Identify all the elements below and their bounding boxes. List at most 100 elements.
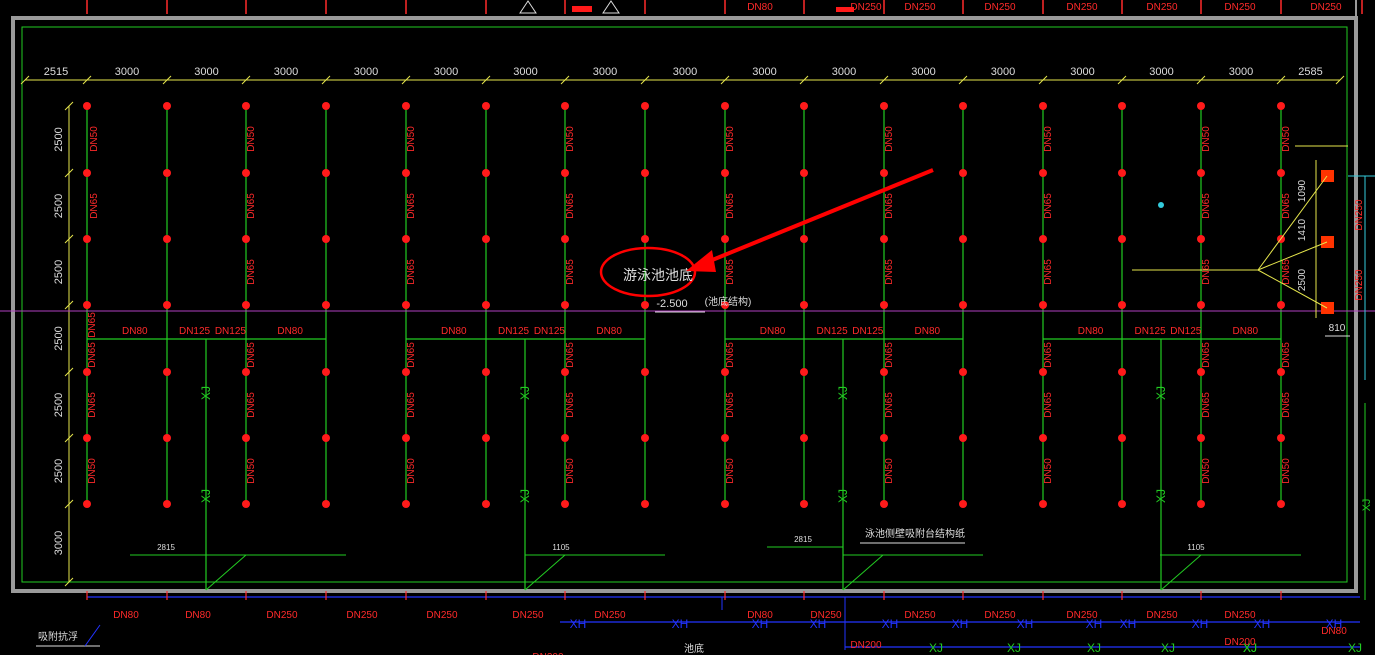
branch-pipe-label: DN50 [406, 126, 417, 152]
main-pipe-label: DN125 [852, 326, 884, 337]
sprinkler-head [482, 235, 490, 243]
branch-pipe-label: DN65 [1281, 392, 1292, 418]
sprinkler-head [482, 368, 490, 376]
left-dimension-text: 3000 [53, 531, 65, 555]
branch-pipe-label: DN65 [884, 392, 895, 418]
sprinkler-head [83, 301, 91, 309]
top-pipe-label: DN250 [850, 2, 882, 13]
sprinkler-head [1118, 169, 1126, 177]
sprinkler-head [1197, 500, 1205, 508]
sprinkler-head [1277, 169, 1285, 177]
sprinkler-head [242, 102, 250, 110]
top-pipe-label: DN250 [1146, 2, 1178, 13]
branch-pipe-label: DN50 [1043, 458, 1054, 484]
xh-label: XH [810, 617, 827, 631]
main-pipe-label: DN125 [179, 326, 211, 337]
sprinkler-head [242, 235, 250, 243]
left-dimension-text: 2500 [53, 260, 65, 284]
xh-label: XH [1120, 617, 1137, 631]
branch-pipe-label: DN65 [565, 392, 576, 418]
bottom-pipe-label: DN80 [185, 610, 211, 621]
right-pipe-label: DN250 [1354, 199, 1365, 231]
cyan-marker [1158, 202, 1164, 208]
sprinkler-head [800, 169, 808, 177]
sprinkler-head [1197, 235, 1205, 243]
elevation-note: (池底结构) [705, 295, 752, 308]
sprinkler-head [880, 434, 888, 442]
sprinkler-head [83, 368, 91, 376]
right-riser-label: XJ [1361, 499, 1373, 512]
sprinkler-head [1118, 102, 1126, 110]
bottom-center-note: 池底 [684, 642, 704, 655]
riser-label: XJ [199, 386, 213, 400]
sprinkler-head [561, 102, 569, 110]
sprinkler-head [800, 368, 808, 376]
top-dimension-text: 3000 [354, 66, 378, 78]
xh-label: XH [952, 617, 969, 631]
right-pipe-label: DN250 [1354, 269, 1365, 301]
sprinkler-head [322, 500, 330, 508]
sprinkler-head [322, 301, 330, 309]
branch-pipe-label: DN50 [725, 458, 736, 484]
sprinkler-head [1277, 102, 1285, 110]
xh-label: XH [1086, 617, 1103, 631]
sprinkler-head [322, 235, 330, 243]
branch-pipe-label: DN65 [565, 342, 576, 368]
bottom-pipe-label: DN250 [904, 610, 936, 621]
branch-pipe-label: DN50 [1201, 126, 1212, 152]
right-dimension-text: 1410 [1297, 218, 1308, 241]
right-dimension-text: 810 [1329, 323, 1346, 334]
main-pipe-label: DN125 [1170, 326, 1202, 337]
sprinkler-head [482, 434, 490, 442]
branch-pipe-label: DN65 [1201, 342, 1212, 368]
main-pipe-label: DN125 [534, 326, 566, 337]
bottom-left-note: 吸附抗浮 [38, 630, 78, 643]
branch-pipe-label: DN65 [406, 392, 417, 418]
sprinkler-head [242, 434, 250, 442]
xh-label: XH [752, 617, 769, 631]
riser-label: XJ [199, 489, 213, 503]
sprinkler-head [83, 235, 91, 243]
branch-pipe-label: DN65 [89, 193, 100, 219]
sprinkler-head [1039, 500, 1047, 508]
sprinkler-head [83, 434, 91, 442]
xj-bottom-label: XJ [929, 641, 943, 655]
top-dimension-text: 3000 [434, 66, 458, 78]
cad-drawing-canvas[interactable]: DN80 DN250 DN250 DN250 DN250 DN250 DN250 DN250 … [0, 0, 1375, 655]
sprinkler-head [561, 169, 569, 177]
branch-pipe-label: DN65 [246, 259, 257, 285]
sprinkler-head [163, 102, 171, 110]
sprinkler-head [641, 102, 649, 110]
riser-label: XJ [1154, 386, 1168, 400]
sprinkler-head [721, 169, 729, 177]
sprinkler-head [800, 301, 808, 309]
sprinkler-head [880, 235, 888, 243]
sprinkler-head [959, 434, 967, 442]
wall-note-text: 泳池侧壁吸附台结构纸 [865, 527, 965, 540]
branch-pipe-label: DN65 [725, 193, 736, 219]
branch-pipe-label: DN50 [246, 126, 257, 152]
sprinkler-head [800, 102, 808, 110]
branch-pipe-label: DN65 [1281, 193, 1292, 219]
sprinkler-head [721, 102, 729, 110]
bottom-pipe-label: DN250 [512, 610, 544, 621]
sprinkler-head [641, 368, 649, 376]
branch-pipe-label: DN65 [1043, 193, 1054, 219]
sprinkler-head [402, 235, 410, 243]
bottom-pipe-label: DN250 [594, 610, 626, 621]
sprinkler-head [402, 434, 410, 442]
riser-label: XJ [518, 386, 532, 400]
top-dimension-text: 3000 [673, 66, 697, 78]
right-dimension-text: 2500 [1297, 268, 1308, 291]
sprinkler-head [1277, 301, 1285, 309]
riser-label: XJ [836, 489, 850, 503]
sprinkler-head [83, 500, 91, 508]
sprinkler-head [1197, 301, 1205, 309]
branch-pipe-label: DN65 [725, 342, 736, 368]
main-pipe-label: DN80 [1078, 326, 1104, 337]
sprinkler-head [959, 368, 967, 376]
sprinkler-head [721, 368, 729, 376]
branch-pipe-label: DN50 [406, 458, 417, 484]
main-pipe-label: DN80 [122, 326, 148, 337]
sprinkler-head [721, 500, 729, 508]
